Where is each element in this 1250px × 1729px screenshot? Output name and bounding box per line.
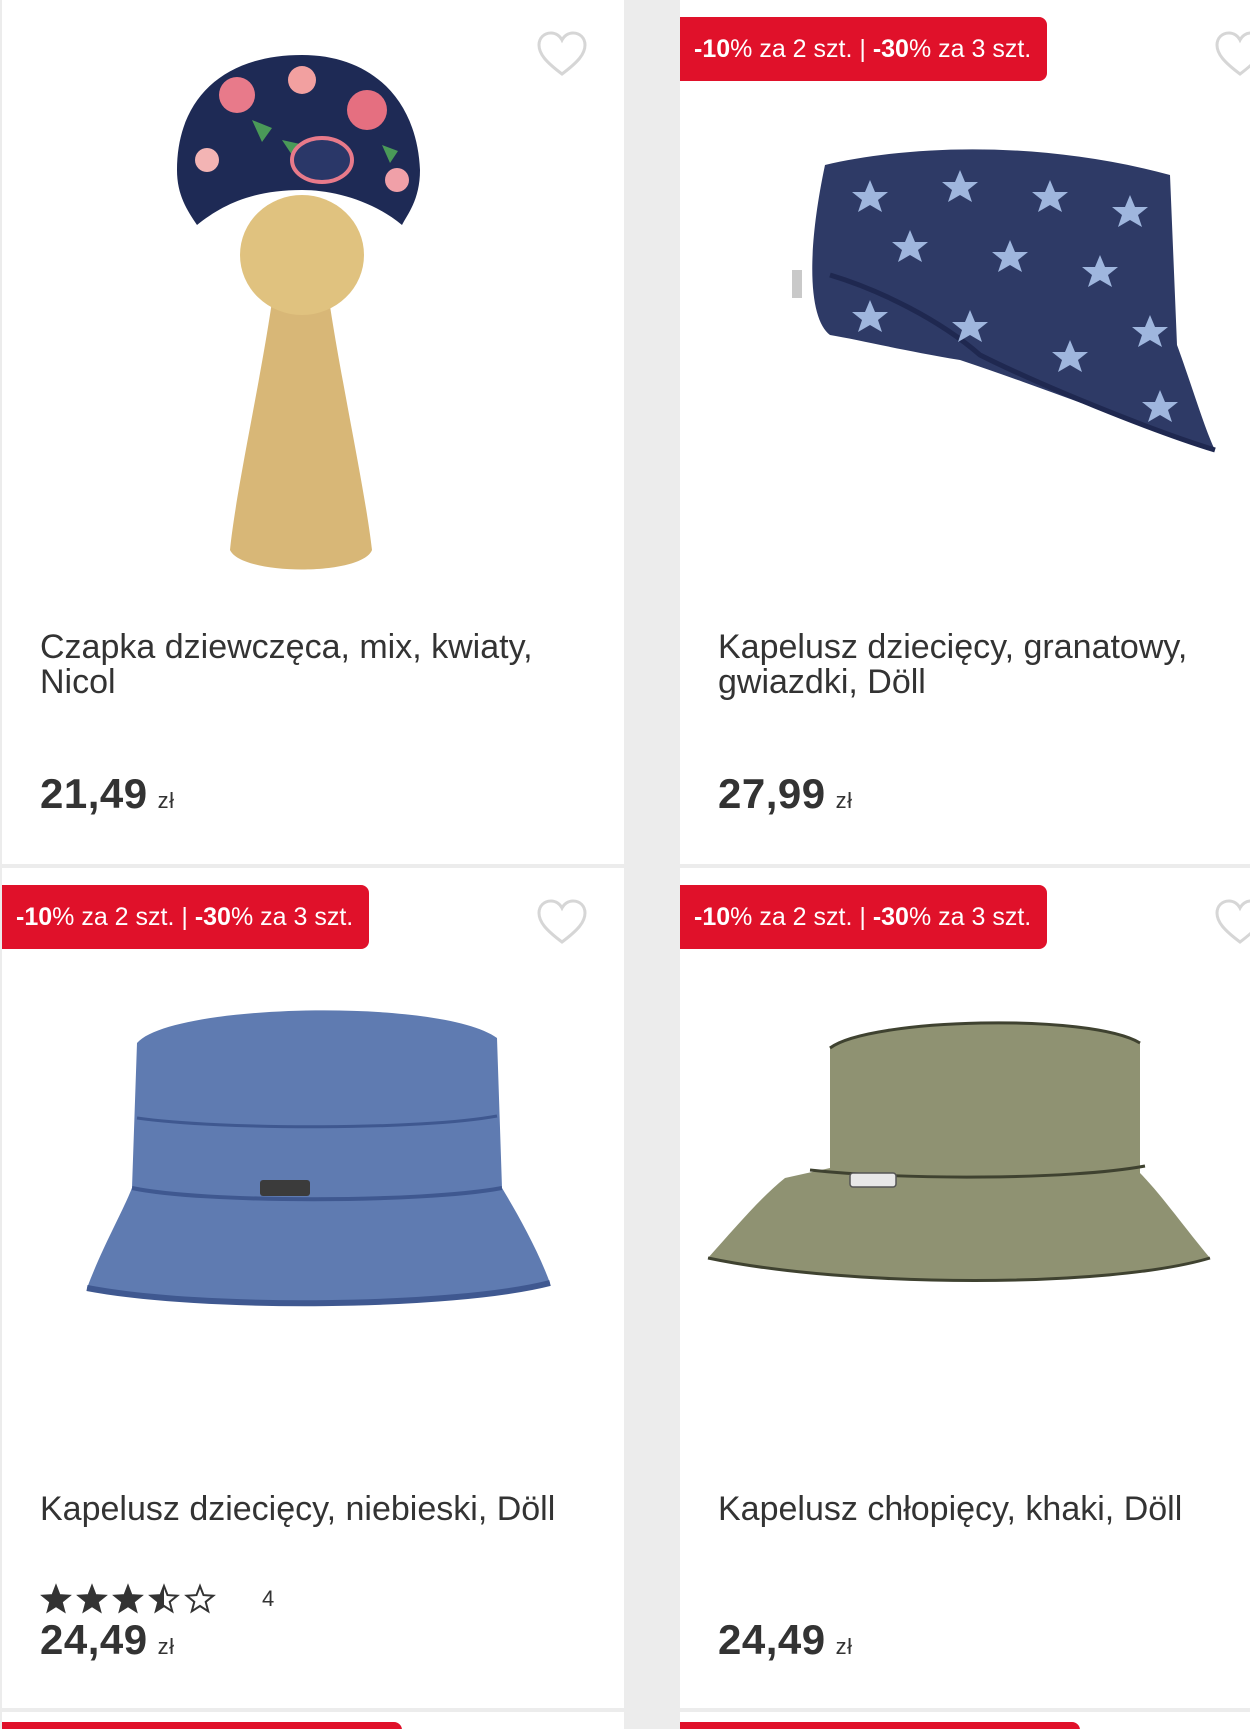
product-card[interactable] bbox=[2, 1712, 624, 1729]
star-outline-icon bbox=[184, 1583, 216, 1614]
product-card[interactable]: -10% za 2 szt. | -30% za 3 szt. Kapelusz… bbox=[680, 0, 1250, 864]
product-name[interactable]: Czapka dziewczęca, mix, kwiaty, Nicol bbox=[40, 630, 594, 700]
product-card[interactable]: -10% za 2 szt. | -30% za 3 szt. Kapelusz… bbox=[680, 868, 1250, 1708]
heart-icon[interactable] bbox=[1214, 30, 1250, 78]
promo-badge bbox=[2, 1722, 402, 1729]
star-half-icon bbox=[148, 1583, 180, 1614]
product-price: 27,99 zł bbox=[718, 770, 853, 818]
promo-badge: -10% za 2 szt. | -30% za 3 szt. bbox=[680, 17, 1048, 81]
price-currency: zł bbox=[157, 788, 175, 813]
price-currency: zł bbox=[157, 1634, 175, 1659]
heart-icon[interactable] bbox=[1214, 898, 1250, 946]
product-image[interactable] bbox=[680, 140, 1250, 470]
price-value: 24,49 bbox=[40, 1616, 148, 1663]
product-name[interactable]: Kapelusz dziecięcy, niebieski, Döll bbox=[40, 1492, 594, 1527]
product-image[interactable] bbox=[2, 998, 624, 1358]
product-image[interactable] bbox=[680, 1008, 1250, 1338]
promo-badge bbox=[680, 1722, 1080, 1729]
product-price: 24,49 zł bbox=[40, 1616, 175, 1664]
price-currency: zł bbox=[835, 1634, 853, 1659]
star-filled-icon bbox=[40, 1583, 72, 1614]
price-value: 27,99 bbox=[718, 770, 826, 817]
price-value: 24,49 bbox=[718, 1616, 826, 1663]
rating: 4 bbox=[40, 1582, 274, 1616]
price-currency: zł bbox=[835, 788, 853, 813]
product-card[interactable]: Czapka dziewczęca, mix, kwiaty, Nicol 21… bbox=[2, 0, 624, 864]
product-price: 21,49 zł bbox=[40, 770, 175, 818]
product-image[interactable] bbox=[2, 40, 624, 580]
promo-badge: -10% za 2 szt. | -30% za 3 szt. bbox=[680, 885, 1048, 949]
product-name[interactable]: Kapelusz chłopięcy, khaki, Döll bbox=[718, 1492, 1220, 1527]
star-filled-icon bbox=[112, 1583, 144, 1614]
star-filled-icon bbox=[76, 1583, 108, 1614]
rating-stars bbox=[40, 1583, 216, 1614]
product-card[interactable] bbox=[680, 1712, 1250, 1729]
product-price: 24,49 zł bbox=[718, 1616, 853, 1664]
heart-icon[interactable] bbox=[536, 898, 588, 946]
product-name[interactable]: Kapelusz dziecięcy, granatowy, gwiazdki,… bbox=[718, 630, 1220, 700]
price-value: 21,49 bbox=[40, 770, 148, 817]
promo-badge: -10% za 2 szt. | -30% za 3 szt. bbox=[2, 885, 370, 949]
product-card[interactable]: -10% za 2 szt. | -30% za 3 szt. Kapelusz… bbox=[2, 868, 624, 1708]
review-count: 4 bbox=[262, 1586, 275, 1611]
